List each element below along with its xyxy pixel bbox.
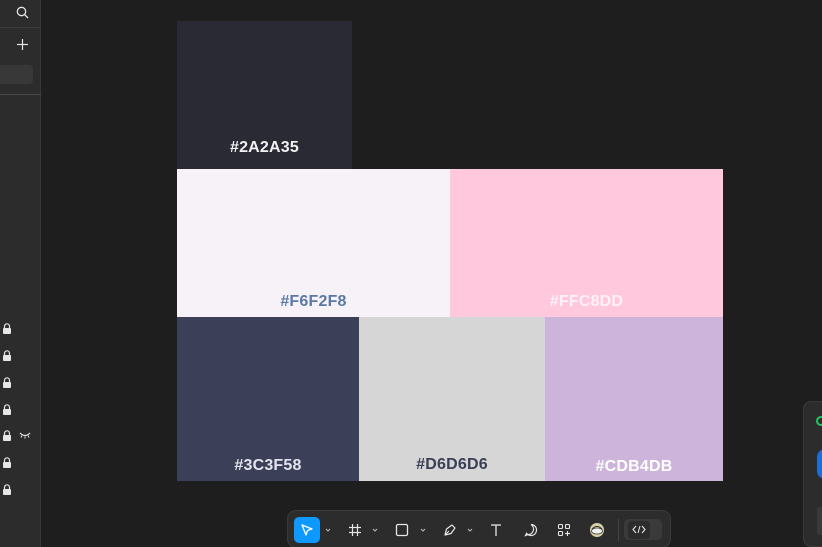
pen-icon xyxy=(444,524,456,536)
color-swatch[interactable]: #CDB4DB xyxy=(545,317,723,481)
shape-tool-button[interactable] xyxy=(391,517,413,543)
app-icon[interactable] xyxy=(817,449,822,479)
chevron-down-icon[interactable] xyxy=(372,527,378,533)
toolbar-divider xyxy=(618,519,619,541)
dev-mode-toggle[interactable] xyxy=(624,519,662,540)
rectangle-icon xyxy=(395,523,409,537)
components-icon xyxy=(557,523,571,537)
pen-tool-button[interactable] xyxy=(439,517,461,543)
lock-icon[interactable] xyxy=(2,403,12,415)
color-swatch[interactable]: #3C3F58 xyxy=(177,317,359,481)
plus-icon xyxy=(16,38,28,50)
plugin-avatar-icon xyxy=(590,523,604,537)
bottom-toolbar xyxy=(287,510,671,547)
plugin-tool-button[interactable] xyxy=(586,517,608,543)
lock-icon[interactable] xyxy=(2,349,12,361)
lock-icon[interactable] xyxy=(2,376,12,388)
actions-tool-button[interactable] xyxy=(553,517,575,543)
lock-icon[interactable] xyxy=(2,322,12,334)
swatch-label: #3C3F58 xyxy=(234,457,302,474)
frame-icon xyxy=(349,524,361,536)
layer-row[interactable] xyxy=(2,402,38,416)
layer-row[interactable] xyxy=(2,455,38,469)
lock-icon[interactable] xyxy=(2,483,12,495)
comment-tool-button[interactable] xyxy=(520,517,542,543)
chevron-down-icon[interactable] xyxy=(420,527,426,533)
lock-icon[interactable] xyxy=(2,456,12,468)
add-page-button[interactable] xyxy=(12,34,32,54)
text-icon xyxy=(491,524,501,536)
layer-row[interactable] xyxy=(2,428,38,442)
page-item[interactable] xyxy=(0,65,33,84)
color-swatch[interactable]: #D6D6D6 xyxy=(359,317,545,481)
swatch-label: #CDB4DB xyxy=(595,458,673,475)
layer-row[interactable] xyxy=(2,375,38,389)
color-swatch[interactable]: #FFC8DD xyxy=(450,169,723,317)
panel-button[interactable] xyxy=(817,507,822,535)
divider xyxy=(0,94,41,95)
hidden-eye-icon[interactable] xyxy=(19,431,31,439)
cursor-icon xyxy=(301,524,313,536)
chevron-down-icon[interactable] xyxy=(467,527,473,533)
move-tool-button[interactable] xyxy=(294,517,320,543)
search-icon[interactable] xyxy=(12,2,32,22)
divider xyxy=(0,27,41,28)
whatsapp-icon[interactable] xyxy=(816,416,822,426)
code-icon xyxy=(628,520,650,539)
chevron-down-icon[interactable] xyxy=(325,527,331,533)
comment-icon xyxy=(524,523,538,537)
color-swatch[interactable]: #2A2A35 xyxy=(177,21,352,169)
text-tool-button[interactable] xyxy=(485,517,507,543)
swatch-label: #D6D6D6 xyxy=(416,456,488,473)
frame-tool-button[interactable] xyxy=(344,517,366,543)
layer-row[interactable] xyxy=(2,348,38,362)
layers-panel xyxy=(0,0,41,547)
swatch-label: #FFC8DD xyxy=(549,293,624,310)
layer-row[interactable] xyxy=(2,321,38,335)
swatch-label: #F6F2F8 xyxy=(280,293,347,310)
color-swatch[interactable]: #F6F2F8 xyxy=(177,169,450,317)
floating-side-panel xyxy=(803,401,822,547)
swatch-label: #2A2A35 xyxy=(229,139,299,156)
layer-row[interactable] xyxy=(2,482,38,496)
lock-icon[interactable] xyxy=(2,429,12,441)
